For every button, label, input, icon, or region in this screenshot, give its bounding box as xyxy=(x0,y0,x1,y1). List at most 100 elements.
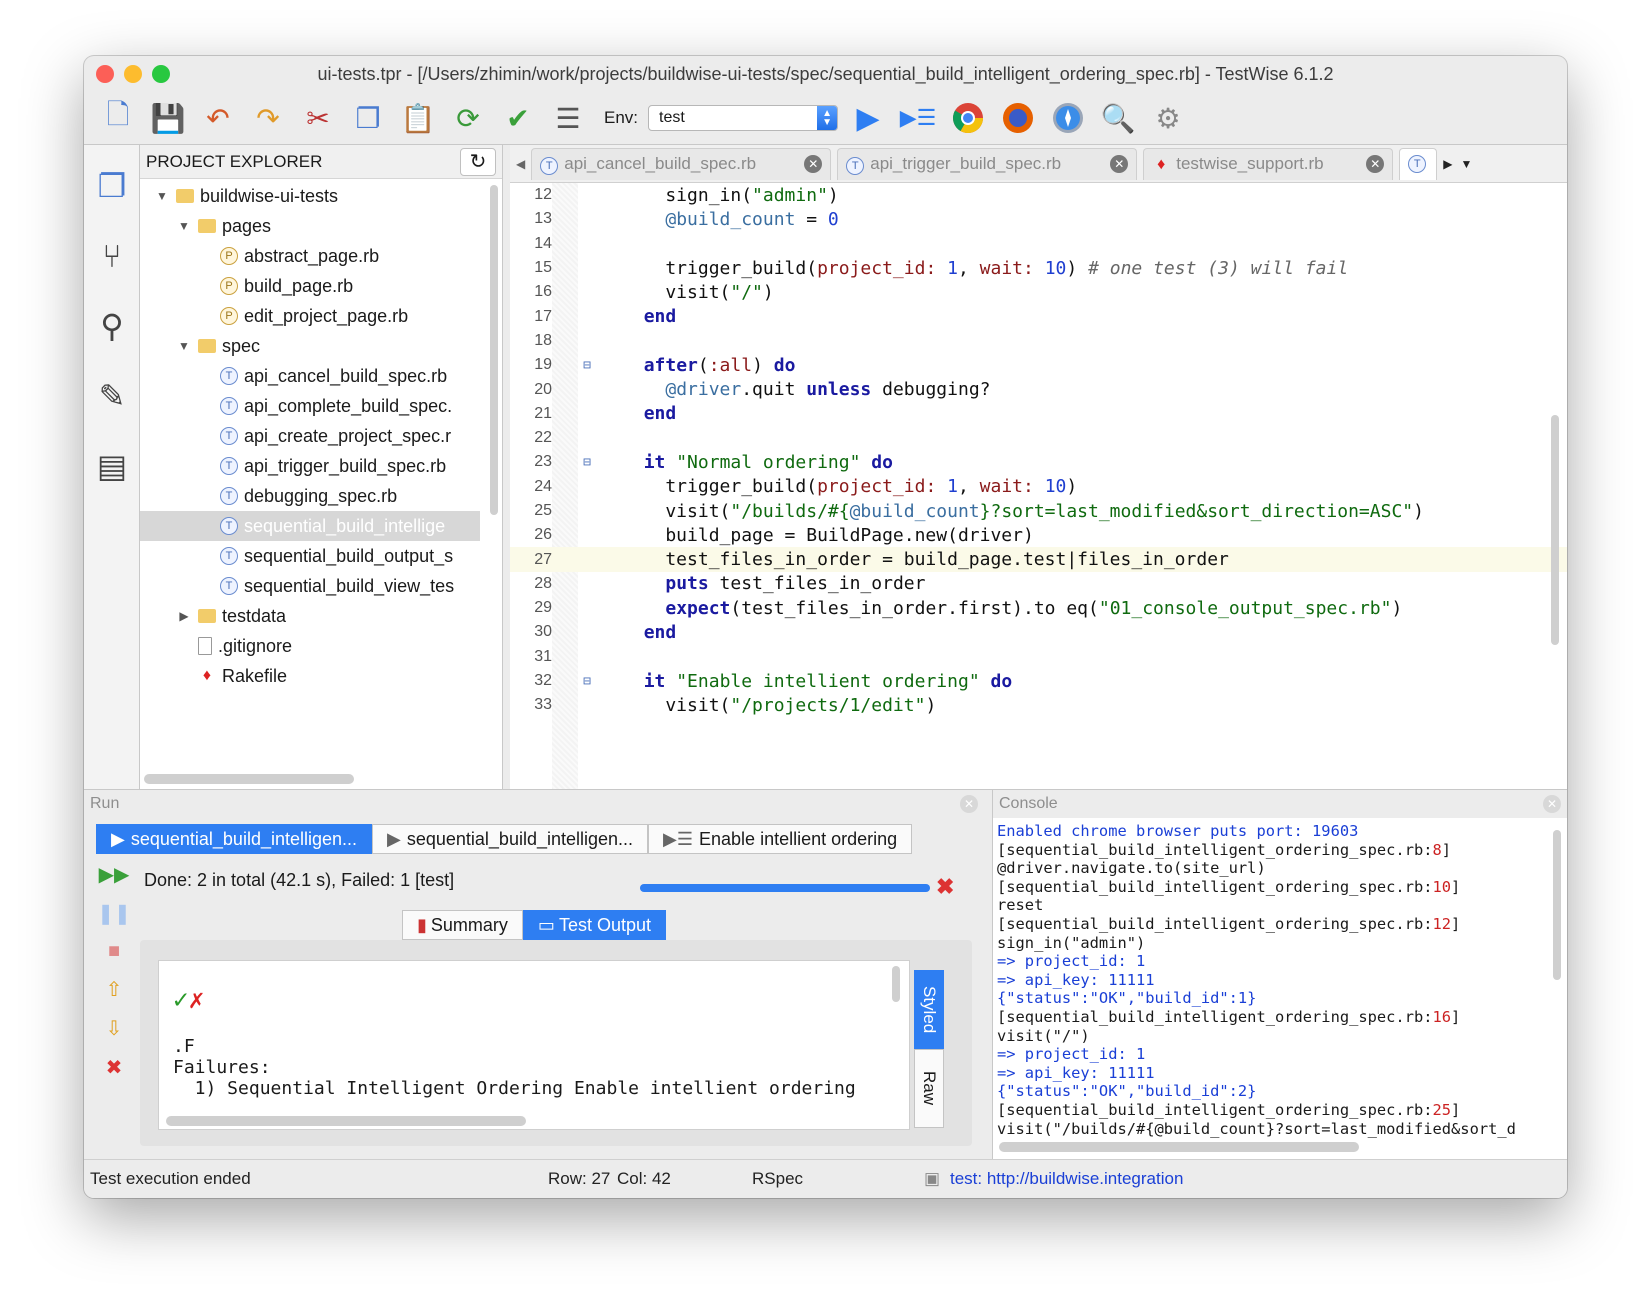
tab-styled[interactable]: Styled xyxy=(914,970,944,1049)
code-line[interactable]: 30 end xyxy=(510,620,1567,644)
fold-toggle-icon[interactable]: ⊟ xyxy=(552,358,622,373)
fold-toggle-icon[interactable]: ⊟ xyxy=(552,674,622,689)
recorder-icon[interactable]: ✎ xyxy=(84,361,140,431)
tab-raw[interactable]: Raw xyxy=(914,1049,944,1128)
collapse-icon[interactable]: ▶ xyxy=(176,609,192,623)
tree-item-folder[interactable]: ▼pages xyxy=(140,211,480,241)
close-window-button[interactable] xyxy=(96,65,114,83)
test-output[interactable]: ✓✗ .F Failures: 1) Sequential Intelligen… xyxy=(158,960,910,1130)
tree-item-file[interactable]: Tsequential_build_view_tes xyxy=(140,571,480,601)
close-tab-icon[interactable]: ✕ xyxy=(1366,155,1384,173)
refresh-icon[interactable]: ⟳ xyxy=(448,98,488,138)
run-tab[interactable]: ▶sequential_build_intelligen... xyxy=(372,824,648,854)
code-line[interactable]: 16 visit("/") xyxy=(510,280,1567,304)
tabs-menu-icon[interactable]: ▼ xyxy=(1460,157,1472,171)
tree-item-project[interactable]: ▼buildwise-ui-tests xyxy=(140,181,480,211)
tree-item-folder[interactable]: ▼spec xyxy=(140,331,480,361)
tree-item-file[interactable]: ♦Rakefile xyxy=(140,661,480,691)
code-line[interactable]: 33 visit("/projects/1/edit") xyxy=(510,693,1567,717)
git-branch-icon[interactable]: ⑂ xyxy=(84,221,140,291)
save-icon[interactable]: 💾 xyxy=(148,98,188,138)
code-line[interactable]: 13 @build_count = 0 xyxy=(510,207,1567,231)
code-line[interactable]: 27 test_files_in_order = build_page.test… xyxy=(510,547,1567,571)
tree-item-file[interactable]: Pedit_project_page.rb xyxy=(140,301,480,331)
explorer-scrollbar[interactable] xyxy=(490,185,498,515)
run-tab[interactable]: ▶☰Enable intellient ordering xyxy=(648,824,912,854)
output-hscrollbar[interactable] xyxy=(166,1116,526,1126)
close-panel-icon[interactable]: ✕ xyxy=(960,795,978,813)
next-failure-icon[interactable]: ⇩ xyxy=(106,1016,123,1041)
tree-item-file[interactable]: Pbuild_page.rb xyxy=(140,271,480,301)
maximize-window-button[interactable] xyxy=(152,65,170,83)
tabs-left-arrow-icon[interactable]: ◀ xyxy=(516,157,525,171)
tree-item-file[interactable]: Pabstract_page.rb xyxy=(140,241,480,271)
tree-item-file[interactable]: Tapi_cancel_build_spec.rb xyxy=(140,361,480,391)
tab-test-output[interactable]: ▭Test Output xyxy=(523,910,666,940)
tree-item-file[interactable]: Tapi_complete_build_spec. xyxy=(140,391,480,421)
code-line[interactable]: 17 end xyxy=(510,304,1567,328)
notes-icon[interactable]: ▤ xyxy=(84,431,140,501)
code-line[interactable]: 25 visit("/builds/#{@build_count}?sort=l… xyxy=(510,499,1567,523)
code-area[interactable]: 12 sign_in("admin")13 @build_count = 014… xyxy=(510,183,1567,790)
check-syntax-icon[interactable]: ✔ xyxy=(498,98,538,138)
explorer-hscrollbar[interactable] xyxy=(144,774,354,784)
expand-icon[interactable]: ▼ xyxy=(154,189,170,203)
code-line[interactable]: 22 xyxy=(510,426,1567,450)
expand-icon[interactable]: ▼ xyxy=(176,219,192,233)
editor-tab[interactable]: ♦testwise_support.rb✕ xyxy=(1143,148,1393,180)
code-line[interactable]: 24 trigger_build(project_id: 1, wait: 10… xyxy=(510,475,1567,499)
code-line[interactable]: 23⊟ it "Normal ordering" do xyxy=(510,450,1567,474)
console-scrollbar[interactable] xyxy=(1553,830,1561,980)
firefox-icon[interactable] xyxy=(998,98,1038,138)
code-line[interactable]: 21 end xyxy=(510,402,1567,426)
run-all-icon[interactable]: ▶☰ xyxy=(898,98,938,138)
close-tab-icon[interactable]: ✕ xyxy=(1110,155,1128,173)
code-line[interactable]: 14 xyxy=(510,232,1567,256)
code-line[interactable]: 28 puts test_files_in_order xyxy=(510,572,1567,596)
pause-icon[interactable]: ❚❚ xyxy=(97,901,131,926)
fold-toggle-icon[interactable]: ⊟ xyxy=(552,455,622,470)
new-file-icon[interactable]: 🗋 xyxy=(98,98,138,138)
code-line[interactable]: 18 xyxy=(510,329,1567,353)
search-icon[interactable]: ⚲ xyxy=(84,291,140,361)
clear-icon[interactable]: ✖ xyxy=(106,1055,123,1080)
previous-failure-icon[interactable]: ⇧ xyxy=(106,977,123,1002)
run-tab[interactable]: ▶sequential_build_intelligen... xyxy=(96,824,372,854)
tree-item-file[interactable]: Tsequential_build_output_s xyxy=(140,541,480,571)
console-output[interactable]: Enabled chrome browser puts port: 19603[… xyxy=(993,818,1567,1160)
files-icon[interactable]: ❐ xyxy=(84,151,140,221)
tree-item-file-selected[interactable]: Tsequential_build_intellige xyxy=(140,511,480,541)
code-line[interactable]: 19⊟ after(:all) do xyxy=(510,353,1567,377)
safari-icon[interactable] xyxy=(1048,98,1088,138)
redo-icon[interactable]: ↷ xyxy=(248,98,288,138)
minimize-window-button[interactable] xyxy=(124,65,142,83)
tabs-right-arrow-icon[interactable]: ▶ xyxy=(1443,157,1452,171)
expand-icon[interactable]: ▼ xyxy=(176,339,192,353)
code-line[interactable]: 20 @driver.quit unless debugging? xyxy=(510,377,1567,401)
tree-item-folder[interactable]: ▶testdata xyxy=(140,601,480,631)
editor-tab[interactable]: Tapi_trigger_build_spec.rb✕ xyxy=(837,148,1137,180)
inspect-icon[interactable]: 🔍 xyxy=(1098,98,1138,138)
settings-gear-icon[interactable]: ⚙ xyxy=(1148,98,1188,138)
undo-icon[interactable]: ↶ xyxy=(198,98,238,138)
code-line[interactable]: 31 xyxy=(510,645,1567,669)
refresh-explorer-icon[interactable]: ↻ xyxy=(460,148,496,176)
outline-icon[interactable]: ☰ xyxy=(548,98,588,138)
stop-icon[interactable]: ■ xyxy=(108,940,120,963)
close-panel-icon[interactable]: ✕ xyxy=(1543,795,1561,813)
rerun-icon[interactable]: ▶▶ xyxy=(99,862,130,887)
output-scrollbar[interactable] xyxy=(892,966,900,1002)
editor-scrollbar[interactable] xyxy=(1551,415,1559,645)
code-line[interactable]: 26 build_page = BuildPage.new(driver) xyxy=(510,523,1567,547)
env-select[interactable]: test ▲▼ xyxy=(648,105,838,131)
editor-tab[interactable]: Tapi_cancel_build_spec.rb✕ xyxy=(531,148,831,180)
copy-icon[interactable]: ❐ xyxy=(348,98,388,138)
tree-item-file[interactable]: Tdebugging_spec.rb xyxy=(140,481,480,511)
close-tab-icon[interactable]: ✕ xyxy=(804,155,822,173)
chrome-icon[interactable] xyxy=(948,98,988,138)
tab-summary[interactable]: ▮Summary xyxy=(402,910,523,940)
tree-item-file[interactable]: Tapi_create_project_spec.r xyxy=(140,421,480,451)
server-link[interactable]: test: http://buildwise.integration xyxy=(950,1169,1183,1189)
paste-icon[interactable]: 📋 xyxy=(398,98,438,138)
editor-tab-active[interactable]: T xyxy=(1399,148,1437,180)
